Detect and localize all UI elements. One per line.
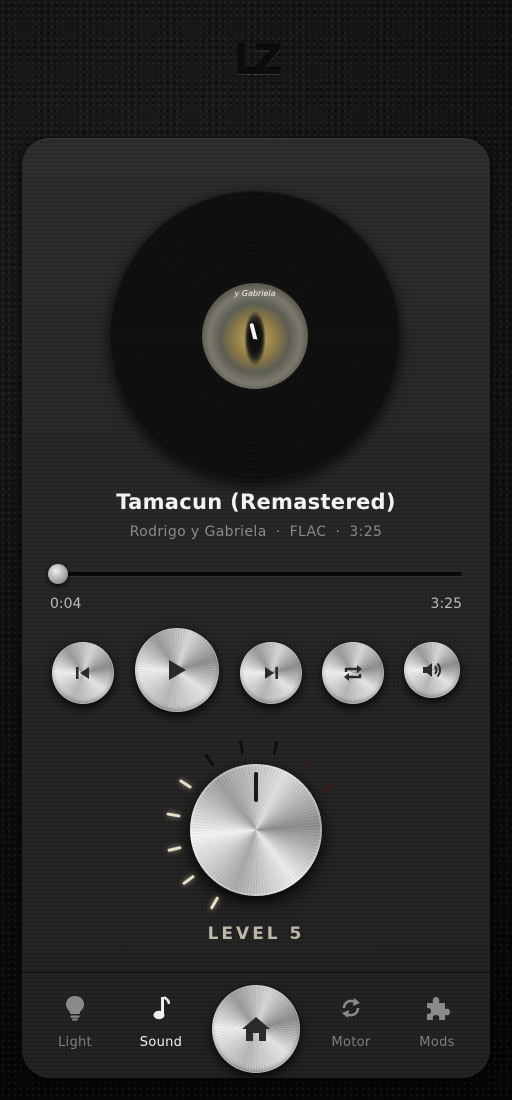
nav-label-motor: Motor bbox=[331, 1035, 371, 1050]
level-label: LEVEL 5 bbox=[207, 924, 305, 944]
track-artist: Rodrigo y Gabriela bbox=[129, 524, 267, 540]
volume-icon bbox=[421, 661, 443, 679]
repeat-icon bbox=[342, 663, 364, 683]
next-button[interactable] bbox=[240, 642, 302, 704]
album-label-text: y Gabriela bbox=[234, 289, 276, 298]
nav-label-mods: Mods bbox=[419, 1035, 455, 1050]
knob-tick bbox=[272, 741, 279, 756]
knob-tick bbox=[167, 846, 182, 853]
repeat-button[interactable] bbox=[322, 642, 384, 704]
player-panel: y Gabriela Tamacun (Remastered) Rodrigo … bbox=[22, 138, 490, 1078]
knob-tick bbox=[179, 778, 193, 789]
level-knob[interactable] bbox=[190, 764, 322, 896]
knob-tick bbox=[300, 756, 312, 770]
music-note-icon bbox=[125, 993, 197, 1023]
knob-indicator bbox=[254, 772, 258, 802]
track-format: FLAC bbox=[289, 524, 327, 540]
track-duration: 3:25 bbox=[349, 524, 383, 540]
home-button[interactable] bbox=[212, 985, 300, 1073]
nav-label-sound: Sound bbox=[139, 1035, 183, 1050]
brand-logo: LZ bbox=[233, 38, 283, 84]
level-knob-area bbox=[22, 718, 490, 918]
nav-label-light: Light bbox=[58, 1035, 92, 1050]
track-title: Tamacun (Remastered) bbox=[116, 490, 396, 514]
record-spindle bbox=[251, 339, 259, 347]
knob-tick bbox=[321, 783, 336, 793]
nav-item-light[interactable]: Light bbox=[39, 993, 111, 1050]
nav-item-motor[interactable]: Motor bbox=[315, 993, 387, 1050]
knob-tick bbox=[166, 812, 181, 819]
knob-tick bbox=[204, 753, 215, 767]
knob-tick bbox=[238, 740, 245, 755]
nav-item-sound[interactable]: Sound bbox=[125, 993, 197, 1050]
nav-item-mods[interactable]: Mods bbox=[401, 993, 473, 1050]
play-icon bbox=[166, 658, 188, 682]
home-icon bbox=[240, 1015, 272, 1043]
bottom-nav: Light Sound Motor Mods bbox=[22, 972, 490, 1078]
track-meta: Rodrigo y Gabriela · FLAC · 3:25 bbox=[22, 524, 490, 540]
bulb-icon bbox=[39, 993, 111, 1023]
knob-tick bbox=[209, 895, 219, 910]
volume-button[interactable] bbox=[404, 642, 460, 698]
album-art: y Gabriela bbox=[202, 283, 308, 389]
next-icon bbox=[262, 665, 280, 681]
meta-separator: · bbox=[335, 524, 341, 540]
vinyl-record: y Gabriela bbox=[110, 191, 400, 481]
puzzle-icon bbox=[401, 993, 473, 1023]
progress-track[interactable] bbox=[48, 564, 462, 584]
meta-separator: · bbox=[275, 524, 281, 540]
progress-thumb[interactable] bbox=[48, 564, 69, 584]
knob-tick bbox=[182, 874, 196, 886]
previous-icon bbox=[74, 665, 92, 681]
time-elapsed: 0:04 bbox=[50, 596, 82, 612]
previous-button[interactable] bbox=[52, 642, 114, 704]
time-total: 3:25 bbox=[430, 596, 462, 612]
play-button[interactable] bbox=[135, 628, 219, 712]
sync-icon bbox=[315, 993, 387, 1023]
